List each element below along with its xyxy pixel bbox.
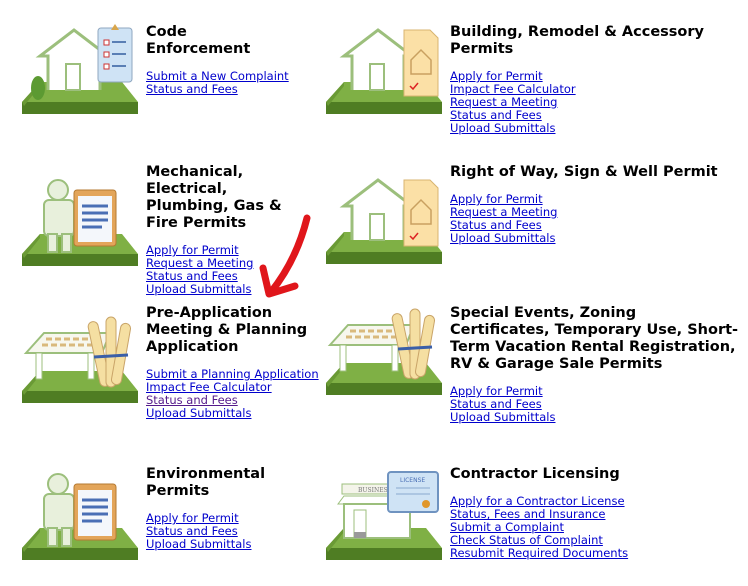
section-links: Submit a Planning Application Impact Fee … <box>146 368 319 420</box>
section-links: Apply for Permit Impact Fee Calculator Req… <box>450 70 576 135</box>
svg-text:BUSINESS: BUSINESS <box>358 487 392 494</box>
section-links: Submit a New Complaint Status and Fees <box>146 70 289 96</box>
section-title: Right of Way, Sign & Well Permit <box>450 164 718 180</box>
planning-table-scrolls-icon <box>22 316 138 403</box>
section-title: Special Events, Zoning Certificates, Tem… <box>450 305 739 372</box>
section-links: Apply for Permit Request a Meeting Status … <box>146 244 253 296</box>
link-upload-submittals[interactable]: Upload Submittals <box>146 407 319 420</box>
section-title: Pre-Application Meeting & Planning Appli… <box>146 305 308 355</box>
business-license-icon: BUSINESS LICENSE <box>326 471 442 560</box>
worker-clipboard-icon <box>22 473 138 560</box>
section-title: Building, Remodel & Accessory Permits <box>450 24 704 57</box>
section-title: Environmental Permits <box>146 466 266 499</box>
house-checklist-icon <box>22 24 138 114</box>
worker-clipboard-icon <box>22 179 138 266</box>
house-blueprint-icon <box>326 28 442 114</box>
link-upload-submittals[interactable]: Upload Submittals <box>450 411 556 424</box>
link-resubmit-required-documents[interactable]: Resubmit Required Documents <box>450 547 628 560</box>
link-upload-submittals[interactable]: Upload Submittals <box>450 122 576 135</box>
link-upload-submittals[interactable]: Upload Submittals <box>146 538 252 551</box>
section-links: Apply for Permit Status and Fees Upload Su… <box>146 512 252 551</box>
section-title: Contractor Licensing <box>450 466 620 482</box>
section-title: Code Enforcement <box>146 24 251 57</box>
link-status-and-fees[interactable]: Status and Fees <box>146 83 289 96</box>
section-links: Apply for Permit Request a Meeting Status … <box>450 193 557 245</box>
section-links: Apply for a Contractor License Status, Fe… <box>450 495 628 560</box>
link-upload-submittals[interactable]: Upload Submittals <box>146 283 253 296</box>
house-blueprint-icon <box>326 178 442 264</box>
planning-table-scrolls-icon <box>326 308 442 395</box>
svg-text:LICENSE: LICENSE <box>400 477 425 484</box>
section-links: Apply for Permit Status and Fees Upload Su… <box>450 385 556 424</box>
link-upload-submittals[interactable]: Upload Submittals <box>450 232 557 245</box>
red-arrow-annotation <box>259 214 311 298</box>
